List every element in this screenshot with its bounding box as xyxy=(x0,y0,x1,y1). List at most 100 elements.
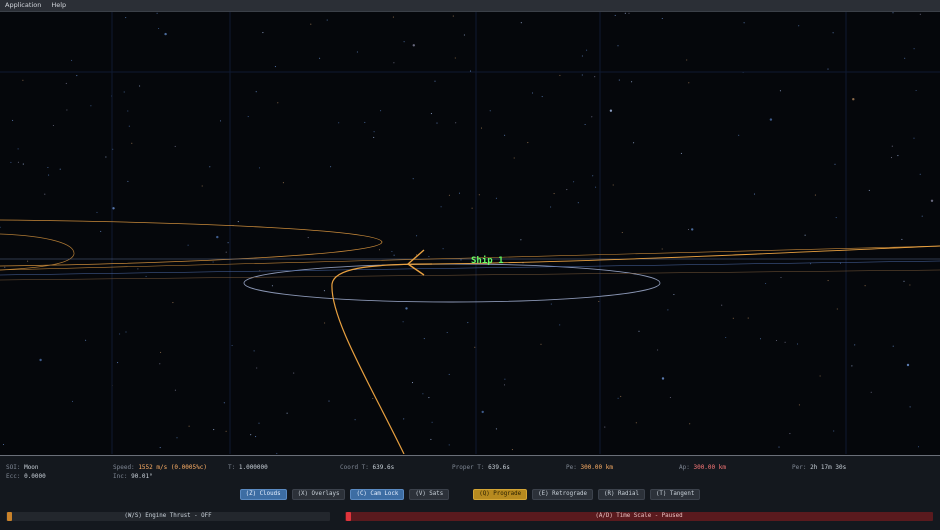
star xyxy=(187,244,189,246)
star xyxy=(253,350,255,352)
star xyxy=(832,32,834,34)
star xyxy=(673,293,675,296)
star xyxy=(17,161,19,163)
star xyxy=(282,182,284,184)
ship-label[interactable]: Ship 1 xyxy=(471,255,504,266)
star xyxy=(463,34,465,36)
star xyxy=(256,367,258,369)
star xyxy=(338,122,340,124)
prograde-button[interactable]: (Q) Prograde xyxy=(473,489,528,500)
star xyxy=(145,275,147,277)
star xyxy=(255,436,257,438)
star xyxy=(403,418,405,420)
star xyxy=(836,308,838,310)
prograde-arrow-icon xyxy=(406,249,425,276)
star xyxy=(903,280,905,282)
toggle-button-row: (Z) Clouds (X) Overlays (C) Cam Lock (V)… xyxy=(0,489,940,500)
star xyxy=(326,19,328,21)
star xyxy=(174,389,176,391)
star xyxy=(917,446,920,448)
time-scale-slider[interactable]: (A/D) Time Scale - Paused xyxy=(345,512,933,521)
retrograde-button[interactable]: (E) Retrograde xyxy=(532,489,594,500)
star xyxy=(119,333,121,335)
star xyxy=(455,122,457,124)
star xyxy=(833,430,835,432)
star xyxy=(391,250,393,253)
star xyxy=(247,116,249,118)
star xyxy=(0,226,1,228)
thrust-slider-label: (W/S) Engine Thrust - OFF xyxy=(124,513,212,519)
star xyxy=(255,91,257,93)
star xyxy=(117,362,119,364)
engine-thrust-slider[interactable]: (W/S) Engine Thrust - OFF xyxy=(6,512,330,521)
star xyxy=(913,48,915,50)
star xyxy=(402,321,404,323)
ecliptic-line-2 xyxy=(0,245,940,271)
menu-help[interactable]: Help xyxy=(46,0,71,11)
star xyxy=(691,228,694,231)
star xyxy=(403,41,405,43)
star xyxy=(123,91,125,93)
star xyxy=(319,57,321,59)
star xyxy=(127,110,129,112)
star xyxy=(661,17,663,20)
clouds-toggle-button[interactable]: (Z) Clouds xyxy=(239,489,287,500)
star xyxy=(513,157,515,159)
star xyxy=(870,391,872,393)
star xyxy=(721,304,723,306)
star xyxy=(892,345,894,347)
star xyxy=(559,74,561,76)
star xyxy=(753,193,756,195)
star xyxy=(921,215,923,217)
star xyxy=(71,59,73,61)
star xyxy=(864,285,866,287)
stat-soi: SOI: Moon xyxy=(6,464,39,471)
star xyxy=(436,122,438,124)
star xyxy=(448,444,450,446)
moon-orbit-ellipse xyxy=(243,263,661,303)
star xyxy=(586,49,588,51)
star xyxy=(661,377,665,380)
star xyxy=(393,62,395,64)
stat-periapsis: Pe: 300.00 km xyxy=(566,464,613,471)
grid-lines xyxy=(0,12,940,454)
star xyxy=(851,365,853,367)
star xyxy=(686,59,688,61)
star xyxy=(775,339,778,342)
menu-application[interactable]: Application xyxy=(0,0,46,11)
star xyxy=(44,193,46,195)
stat-coord-time: Coord T: 639.6s xyxy=(340,464,395,471)
sats-toggle-button[interactable]: (V) Sats xyxy=(409,489,450,500)
star xyxy=(618,79,620,81)
star xyxy=(356,51,358,53)
overlays-toggle-button[interactable]: (X) Overlays xyxy=(291,489,346,500)
star xyxy=(604,426,606,428)
star xyxy=(139,85,141,87)
star xyxy=(467,322,469,324)
star xyxy=(919,13,921,15)
star xyxy=(458,192,461,194)
cam-lock-toggle-button[interactable]: (C) Cam Lock xyxy=(350,489,405,500)
star xyxy=(430,113,432,115)
star xyxy=(631,81,633,83)
star xyxy=(614,14,616,16)
star xyxy=(209,166,211,168)
tangent-button[interactable]: (T) Tangent xyxy=(649,489,701,500)
radial-button[interactable]: (R) Radial xyxy=(598,489,645,500)
star xyxy=(527,142,529,144)
star xyxy=(392,16,394,18)
ecliptic-line-4 xyxy=(0,269,940,281)
star xyxy=(423,338,425,340)
star xyxy=(328,400,330,402)
star xyxy=(591,116,593,118)
star xyxy=(412,44,415,47)
star xyxy=(609,109,613,112)
star xyxy=(909,284,911,286)
star xyxy=(373,136,375,138)
star xyxy=(624,12,626,14)
star xyxy=(789,433,791,435)
star xyxy=(581,74,583,76)
star xyxy=(448,373,450,375)
space-viewport[interactable]: Ship 1 xyxy=(0,12,940,454)
star xyxy=(798,25,800,27)
